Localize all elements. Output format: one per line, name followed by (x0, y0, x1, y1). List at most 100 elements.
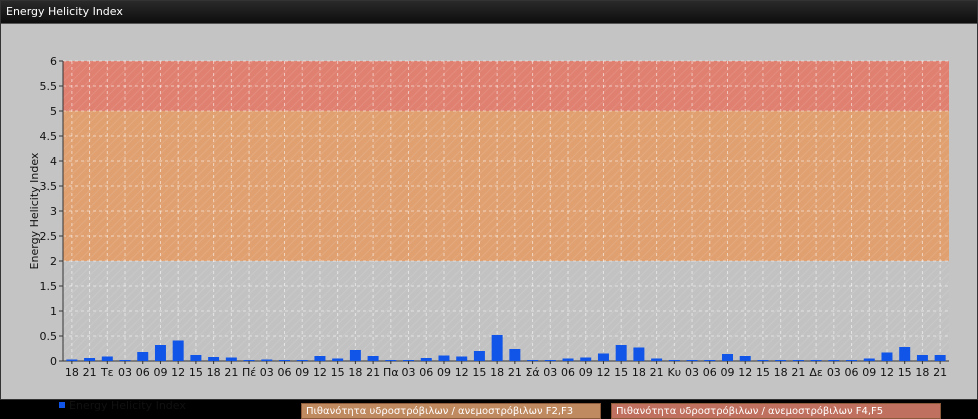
x-tick-label: 06 (419, 366, 433, 379)
bar[interactable] (916, 355, 928, 361)
bar[interactable] (190, 355, 202, 361)
bar[interactable] (261, 359, 273, 362)
bar[interactable] (349, 350, 361, 361)
y-tick-label: 0.5 (40, 330, 58, 343)
bar[interactable] (509, 349, 521, 361)
band-label-f2f3[interactable]: Πιθανότητα υδροστρόβιλων / ανεμοστρόβιλω… (301, 403, 601, 419)
bar[interactable] (279, 360, 290, 361)
x-tick-label: 03 (543, 366, 557, 379)
bar[interactable] (846, 360, 858, 361)
x-tick-label: 21 (933, 366, 947, 379)
bar[interactable] (527, 360, 539, 361)
bar[interactable] (491, 335, 503, 361)
x-tick-label: 09 (862, 366, 876, 379)
y-tick-label: 5 (50, 105, 57, 118)
bar[interactable] (775, 360, 787, 361)
bar[interactable] (385, 360, 397, 361)
bar[interactable] (172, 340, 184, 362)
bar[interactable] (633, 347, 645, 362)
bar[interactable] (208, 357, 220, 361)
bar[interactable] (615, 345, 627, 361)
x-tick-label: 09 (295, 366, 309, 379)
bar[interactable] (137, 352, 149, 361)
bar[interactable] (580, 357, 592, 362)
y-tick-label: 4.5 (40, 130, 58, 143)
bar[interactable] (899, 347, 911, 361)
legend-swatch (59, 402, 65, 408)
x-tick-label: 03 (827, 366, 841, 379)
x-tick-label: 18 (65, 366, 79, 379)
bar[interactable] (934, 355, 946, 361)
bar[interactable] (66, 359, 78, 362)
title-bar: Energy Helicity Index (1, 1, 977, 24)
bar[interactable] (84, 358, 96, 361)
bar[interactable] (456, 356, 468, 362)
bar[interactable] (367, 356, 379, 361)
x-tick-label: 06 (703, 366, 717, 379)
bar[interactable] (403, 360, 415, 361)
y-tick-label: 2 (50, 255, 57, 268)
x-tick-label: 21 (366, 366, 380, 379)
y-tick-label: 0 (50, 355, 57, 368)
x-tick-label: 09 (153, 366, 167, 379)
y-tick-label: 3 (50, 205, 57, 218)
bar[interactable] (722, 354, 733, 361)
band-label-f4f5[interactable]: Πιθανότητα υδροστρόβιλων / ανεμοστρόβιλω… (611, 403, 941, 419)
x-tick-label: 18 (490, 366, 504, 379)
x-tick-label: 21 (508, 366, 522, 379)
chart-area: 0 0.5 1 1.5 2 2.5 3 3.5 4 4.5 5 5.5 6 Energy Helicity… (1, 24, 977, 419)
x-tick-label: 12 (455, 366, 469, 379)
x-tick-label: 15 (898, 366, 912, 379)
bar[interactable] (296, 360, 308, 361)
bar[interactable] (243, 360, 255, 361)
x-tick-label: 18 (915, 366, 929, 379)
y-tick-label: 2.5 (40, 230, 58, 243)
bar[interactable] (704, 360, 716, 361)
bar[interactable] (597, 353, 609, 362)
bar[interactable] (225, 357, 237, 362)
x-tick-label: Δε (809, 366, 823, 379)
bar[interactable] (881, 352, 893, 362)
bar[interactable] (473, 351, 485, 361)
x-tick-label: 18 (632, 366, 646, 379)
y-tick-label: 1 (50, 305, 57, 318)
bar[interactable] (668, 360, 680, 361)
x-tick-label: 03 (402, 366, 416, 379)
bar[interactable] (863, 358, 875, 362)
x-tick-label: 18 (774, 366, 788, 379)
x-tick-label: 15 (756, 366, 770, 379)
y-tick-label: 6 (50, 55, 57, 68)
bar[interactable] (154, 345, 166, 361)
chart-window: Energy Helicity Index 0 0.5 1 1.5 2 2.5 3 3.5 4 4… (0, 0, 978, 419)
bar[interactable] (420, 358, 432, 361)
bar[interactable] (810, 360, 822, 361)
bar[interactable] (828, 360, 840, 361)
x-tick-label: 03 (118, 366, 132, 379)
y-tick-label: 4 (50, 155, 57, 168)
x-tick-label: 12 (171, 366, 185, 379)
legend[interactable]: Energy Helicity Index (59, 399, 186, 412)
x-tick-label: 12 (880, 366, 894, 379)
bar[interactable] (101, 356, 113, 362)
x-tick-label: 21 (224, 366, 238, 379)
bar[interactable] (544, 360, 556, 361)
x-tick-label: 12 (313, 366, 327, 379)
bar[interactable] (332, 358, 344, 362)
bar[interactable] (686, 360, 698, 361)
x-tick-label: Πέ (242, 366, 256, 379)
bar[interactable] (562, 358, 574, 362)
x-tick-label: 06 (136, 366, 150, 379)
x-tick-label: 06 (278, 366, 292, 379)
bar[interactable] (314, 356, 326, 361)
y-axis-label: Energy Helicity Index (28, 152, 41, 269)
bar[interactable] (739, 356, 751, 361)
bar[interactable] (119, 360, 131, 361)
x-tick-label: 06 (561, 366, 575, 379)
x-tick-label: 03 (685, 366, 699, 379)
x-tick-label: 09 (579, 366, 593, 379)
y-tick-label: 3.5 (40, 180, 58, 193)
bar[interactable] (651, 358, 663, 362)
bar[interactable] (792, 360, 804, 361)
bar[interactable] (757, 360, 769, 361)
bar[interactable] (438, 355, 450, 362)
